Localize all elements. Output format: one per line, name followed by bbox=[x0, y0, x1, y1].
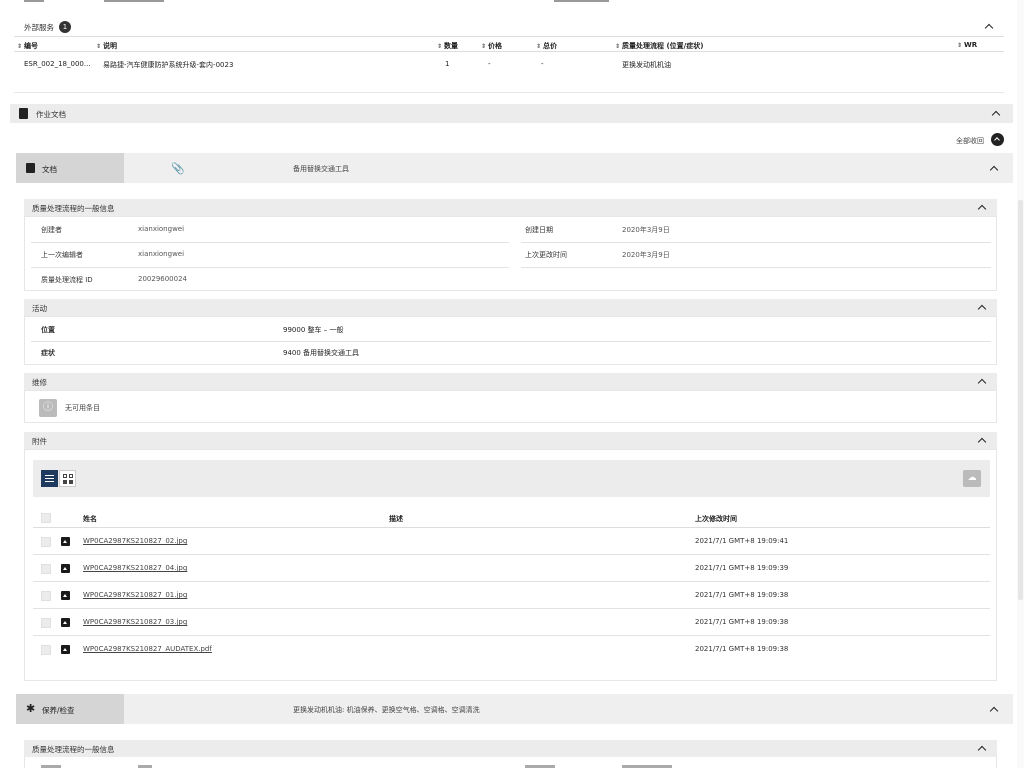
document-tab-bar: 文档 📎 备用替换交通工具 bbox=[16, 153, 1013, 183]
pdf-file-icon bbox=[61, 645, 70, 654]
list-view-button[interactable] bbox=[41, 470, 58, 487]
col-header-name[interactable]: 姓名 bbox=[83, 514, 97, 524]
maintenance-tab-bar: ✱ 保养/检查 更换发动机机油: 机油保养、更换空气格、空调格、空调清洗 bbox=[16, 694, 1013, 724]
upload-cloud-icon[interactable]: ☁ bbox=[963, 470, 981, 487]
col-header-quality-process[interactable]: ⇕ 质量处理流程 (位置/症状) bbox=[615, 41, 703, 51]
tab-documents[interactable]: 文档 bbox=[16, 153, 124, 183]
chevron-up-icon[interactable] bbox=[977, 437, 987, 447]
attachments-header[interactable]: 附件 bbox=[24, 432, 997, 449]
chevron-up-icon[interactable] bbox=[977, 204, 987, 214]
col-header-number[interactable]: ⇕ 编号 bbox=[17, 41, 38, 51]
row-checkbox[interactable] bbox=[41, 645, 51, 655]
document-icon bbox=[26, 163, 35, 173]
sort-icon: ⇕ bbox=[481, 43, 487, 50]
activity-panel: 位置 99000 整车 – 一般 症状 9400 备用替换交通工具 bbox=[24, 316, 997, 365]
row-checkbox[interactable] bbox=[41, 591, 51, 601]
paperclip-icon[interactable]: 📎 bbox=[171, 162, 185, 175]
repair-header[interactable]: 维修 bbox=[24, 373, 997, 390]
maintenance-subject: 更换发动机机油: 机油保养、更换空气格、空调格、空调清洗 bbox=[293, 706, 480, 714]
file-link[interactable]: WP0CA2987KS210827_02.jpg bbox=[83, 537, 187, 545]
image-file-icon bbox=[61, 591, 70, 600]
sort-icon: ⇕ bbox=[96, 43, 102, 50]
col-header-description[interactable]: ⇕ 说明 bbox=[96, 41, 117, 51]
sort-icon: ⇕ bbox=[615, 43, 621, 50]
file-link[interactable]: WP0CA2987KS210827_04.jpg bbox=[83, 564, 187, 572]
info-icon: ⓘ bbox=[39, 399, 57, 417]
tab-maintenance[interactable]: ✱ 保养/检查 bbox=[16, 694, 124, 724]
image-file-icon bbox=[61, 564, 70, 573]
row-checkbox[interactable] bbox=[41, 618, 51, 628]
col-header-total[interactable]: ⇕ 总价 bbox=[536, 41, 557, 51]
general-info-header[interactable]: 质量处理流程的一般信息 bbox=[24, 199, 997, 216]
file-link[interactable]: WP0CA2987KS210827_01.jpg bbox=[83, 591, 187, 599]
file-link[interactable]: WP0CA2987KS210827_03.jpg bbox=[83, 618, 187, 626]
sort-icon: ⇕ bbox=[957, 42, 963, 49]
sort-icon: ⇕ bbox=[536, 43, 542, 50]
general-info-panel: 创建者 xianxiongwei 创建日期 2020年3月9日 上一次编辑者 x… bbox=[24, 216, 997, 291]
col-header-desc[interactable]: 描述 bbox=[389, 514, 403, 524]
col-header-price[interactable]: ⇕ 价格 bbox=[481, 41, 502, 51]
attachments-toolbar: ☁ bbox=[33, 460, 990, 497]
work-documents-bar[interactable]: 作业文档 bbox=[10, 104, 1013, 123]
chevron-up-icon[interactable] bbox=[984, 23, 994, 33]
work-documents-title: 作业文档 bbox=[36, 110, 66, 119]
col-header-modified[interactable]: 上次修改时间 bbox=[695, 514, 737, 524]
chevron-up-icon[interactable] bbox=[977, 304, 987, 314]
col-header-quantity[interactable]: ⇕ 数量 bbox=[437, 41, 458, 51]
sort-icon: ⇕ bbox=[437, 43, 443, 50]
select-all-checkbox[interactable] bbox=[41, 513, 51, 523]
scrollbar-thumb[interactable] bbox=[1018, 200, 1023, 600]
grid-view-button[interactable] bbox=[59, 470, 76, 487]
image-file-icon bbox=[61, 618, 70, 627]
external-services-count-badge: 1 bbox=[59, 21, 71, 33]
chevron-up-icon[interactable] bbox=[989, 706, 999, 716]
general-info-header-2[interactable]: 质量处理流程的一般信息 bbox=[24, 740, 997, 757]
row-checkbox[interactable] bbox=[41, 537, 51, 547]
col-header-wr[interactable]: ⇕ WR bbox=[957, 41, 977, 49]
chevron-up-icon[interactable] bbox=[989, 165, 999, 175]
scrollbar-track[interactable] bbox=[1017, 0, 1024, 768]
chevron-up-icon[interactable] bbox=[977, 378, 987, 388]
chevron-up-icon[interactable] bbox=[991, 110, 1001, 120]
image-file-icon bbox=[61, 537, 70, 546]
collapse-all-label[interactable]: 全部收回 bbox=[956, 136, 984, 146]
activity-header[interactable]: 活动 bbox=[24, 299, 997, 316]
chevron-up-icon[interactable] bbox=[977, 745, 987, 755]
repair-panel: ⓘ 无可用条目 bbox=[24, 390, 997, 423]
row-checkbox[interactable] bbox=[41, 564, 51, 574]
top-clipped-row bbox=[0, 0, 1024, 4]
collapse-all-button[interactable] bbox=[991, 133, 1004, 146]
sort-icon: ⇕ bbox=[17, 43, 23, 50]
attachments-panel: ☁ 姓名 描述 上次修改时间 WP0CA2987KS210827_02.jpg … bbox=[24, 449, 997, 681]
clipped-row-fragment bbox=[24, 757, 997, 768]
document-subject: 备用替换交通工具 bbox=[293, 165, 349, 173]
clipboard-icon bbox=[19, 108, 28, 119]
gear-icon: ✱ bbox=[26, 702, 36, 715]
external-services-title: 外部服务 bbox=[24, 23, 54, 32]
file-link[interactable]: WP0CA2987KS210827_AUDATEX.pdf bbox=[83, 645, 212, 653]
